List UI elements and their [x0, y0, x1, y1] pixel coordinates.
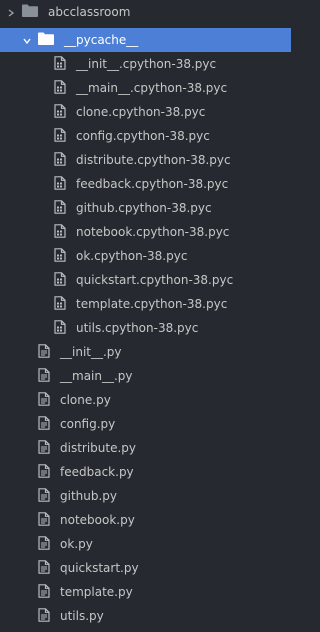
tree-item-label: config.py [60, 417, 116, 431]
tree-item[interactable]: template.cpython-38.pyc [0, 292, 291, 316]
tree-item[interactable]: __init__.cpython-38.pyc [0, 52, 291, 76]
tree-item-label: ok.py [60, 537, 93, 551]
tree-item-label: utils.py [60, 609, 104, 623]
tree-item-label: notebook.cpython-38.pyc [76, 225, 230, 239]
compiled-file-icon [54, 199, 66, 217]
tree-item-label: feedback.cpython-38.pyc [76, 177, 229, 191]
tree-item[interactable]: config.cpython-38.pyc [0, 124, 291, 148]
python-file-icon [38, 583, 50, 601]
tree-item-label: feedback.py [60, 465, 134, 479]
tree-item-label: abcclassroom [48, 5, 131, 19]
tree-item-label: distribute.cpython-38.pyc [76, 153, 231, 167]
tree-item[interactable]: utils.cpython-38.pyc [0, 316, 291, 340]
compiled-file-icon [54, 319, 66, 337]
folder-icon [22, 4, 38, 20]
tree-item[interactable]: clone.cpython-38.pyc [0, 100, 291, 124]
tree-item[interactable]: config.py [0, 412, 291, 436]
tree-item-label: __init__.cpython-38.pyc [76, 57, 217, 71]
tree-item[interactable]: notebook.cpython-38.pyc [0, 220, 291, 244]
tree-item-label: __init__.py [60, 345, 122, 359]
tree-item[interactable]: feedback.cpython-38.pyc [0, 172, 291, 196]
python-file-icon [38, 487, 50, 505]
python-file-icon [38, 391, 50, 409]
compiled-file-icon [54, 223, 66, 241]
python-file-icon [38, 511, 50, 529]
tree-item[interactable]: github.cpython-38.pyc [0, 196, 291, 220]
tree-item-label: quickstart.py [60, 561, 139, 575]
python-file-icon [38, 463, 50, 481]
chevron-down-icon[interactable] [22, 35, 32, 45]
tree-item-label: notebook.py [60, 513, 135, 527]
tree-item[interactable]: github.py [0, 484, 291, 508]
compiled-file-icon [54, 151, 66, 169]
tree-item[interactable]: distribute.cpython-38.pyc [0, 148, 291, 172]
tree-item-label: template.py [60, 585, 133, 599]
tree-item[interactable]: ok.py [0, 532, 291, 556]
tree-item[interactable]: clone.py [0, 388, 291, 412]
python-file-icon [38, 439, 50, 457]
folder-open-icon [38, 32, 54, 48]
compiled-file-icon [54, 175, 66, 193]
chevron-right-icon[interactable] [6, 7, 16, 17]
tree-item-label: distribute.py [60, 441, 137, 455]
tree-item[interactable]: distribute.py [0, 436, 291, 460]
compiled-file-icon [54, 79, 66, 97]
tree-item-abcclassroom[interactable]: abcclassroom [0, 0, 291, 24]
tree-item-label: clone.py [60, 393, 111, 407]
python-file-icon [38, 559, 50, 577]
tree-item-label: __pycache__ [64, 33, 139, 47]
tree-item[interactable]: __main__.cpython-38.pyc [0, 76, 291, 100]
compiled-file-icon [54, 271, 66, 289]
compiled-file-icon [54, 247, 66, 265]
tree-item-label: config.cpython-38.pyc [76, 129, 210, 143]
tree-item[interactable]: __init__.py [0, 340, 291, 364]
tree-item-label: __main__.cpython-38.pyc [76, 81, 228, 95]
tree-item-label: template.cpython-38.pyc [76, 297, 228, 311]
compiled-file-icon [54, 295, 66, 313]
tree-item-label: ok.cpython-38.pyc [76, 249, 188, 263]
tree-item-label: github.py [60, 489, 118, 503]
tree-item[interactable]: template.py [0, 580, 291, 604]
tree-item-label: __main__.py [60, 369, 133, 383]
tree-item[interactable]: utils.py [0, 604, 291, 628]
tree-item-pycache[interactable]: __pycache__ [0, 28, 291, 52]
tree-item[interactable]: __main__.py [0, 364, 291, 388]
tree-item[interactable]: feedback.py [0, 460, 291, 484]
tree-item[interactable]: quickstart.py [0, 556, 291, 580]
tree-item-label: quickstart.cpython-38.pyc [76, 273, 234, 287]
file-tree: abcclassroom __pycache__ __init__.cpytho… [0, 0, 291, 632]
compiled-file-icon [54, 103, 66, 121]
python-file-icon [38, 607, 50, 625]
tree-item[interactable]: ok.cpython-38.pyc [0, 244, 291, 268]
tree-item[interactable]: quickstart.cpython-38.pyc [0, 268, 291, 292]
compiled-file-icon [54, 55, 66, 73]
python-file-icon [38, 535, 50, 553]
tree-item-label: utils.cpython-38.pyc [76, 321, 199, 335]
tree-item-label: clone.cpython-38.pyc [76, 105, 206, 119]
tree-item[interactable]: notebook.py [0, 508, 291, 532]
tree-item-label: github.cpython-38.pyc [76, 201, 212, 215]
python-file-icon [38, 343, 50, 361]
python-file-icon [38, 415, 50, 433]
compiled-file-icon [54, 127, 66, 145]
python-file-icon [38, 367, 50, 385]
